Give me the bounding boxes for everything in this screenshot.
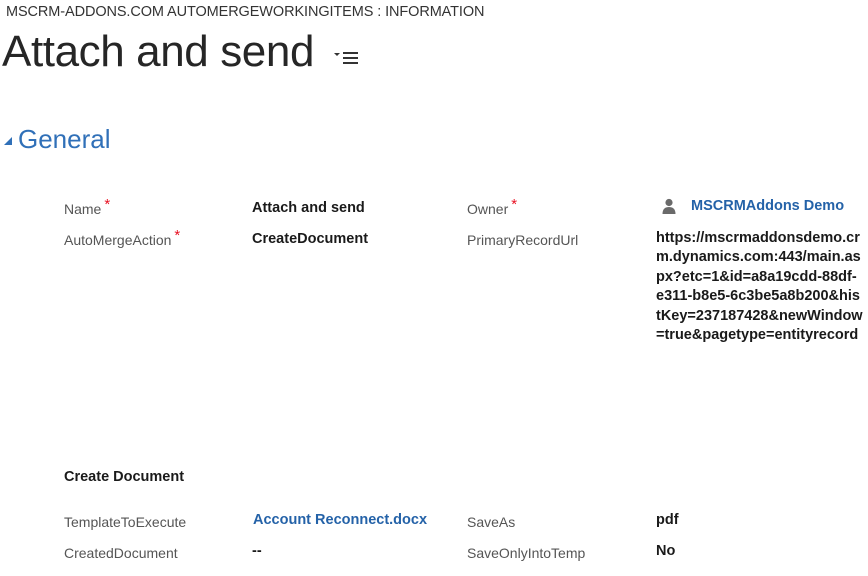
created-document-label: CreatedDocument xyxy=(64,545,178,561)
record-title: Attach and send xyxy=(2,27,315,76)
primary-record-url-label: PrimaryRecordUrl xyxy=(467,232,579,248)
created-document-value[interactable]: -- xyxy=(252,543,262,559)
save-only-into-temp-label: SaveOnlyIntoTemp xyxy=(467,545,586,561)
primary-record-url-value[interactable]: https://mscrmaddonsdemo.crm.dynamics.com… xyxy=(656,229,863,345)
owner-link[interactable]: MSCRMAddons Demo xyxy=(691,198,844,214)
section-title: General xyxy=(18,124,111,154)
save-as-value[interactable]: pdf xyxy=(656,512,679,528)
save-as-label: SaveAs xyxy=(467,514,516,530)
name-label-text: Name xyxy=(64,201,102,217)
required-marker: * xyxy=(174,227,181,244)
automerge-action-label-text: AutoMergeAction xyxy=(64,232,172,248)
owner-label-text: Owner xyxy=(467,201,509,217)
template-to-execute-link[interactable]: Account Reconnect.docx xyxy=(253,512,427,528)
form-selector-menu-icon[interactable] xyxy=(334,48,360,68)
create-document-subsection-title: Create Document xyxy=(64,469,185,485)
entity-breadcrumb: MSCRM-ADDONS.COM AUTOMERGEWORKINGITEMS :… xyxy=(6,4,485,20)
section-header-general[interactable]: General xyxy=(2,124,111,154)
template-to-execute-label: TemplateToExecute xyxy=(64,514,187,530)
name-label: Name * xyxy=(64,196,110,218)
owner-value[interactable]: MSCRMAddons Demo xyxy=(662,198,868,214)
required-marker: * xyxy=(104,196,111,213)
owner-label: Owner * xyxy=(467,196,517,218)
automerge-action-label: AutoMergeAction * xyxy=(64,227,180,249)
record-form-page: MSCRM-ADDONS.COM AUTOMERGEWORKINGITEMS :… xyxy=(0,0,868,576)
automerge-action-value[interactable]: CreateDocument xyxy=(252,231,368,247)
name-value[interactable]: Attach and send xyxy=(252,200,365,216)
save-only-into-temp-value[interactable]: No xyxy=(656,543,675,559)
user-icon xyxy=(662,198,676,214)
collapse-triangle-icon xyxy=(4,136,12,145)
required-marker: * xyxy=(511,196,518,213)
